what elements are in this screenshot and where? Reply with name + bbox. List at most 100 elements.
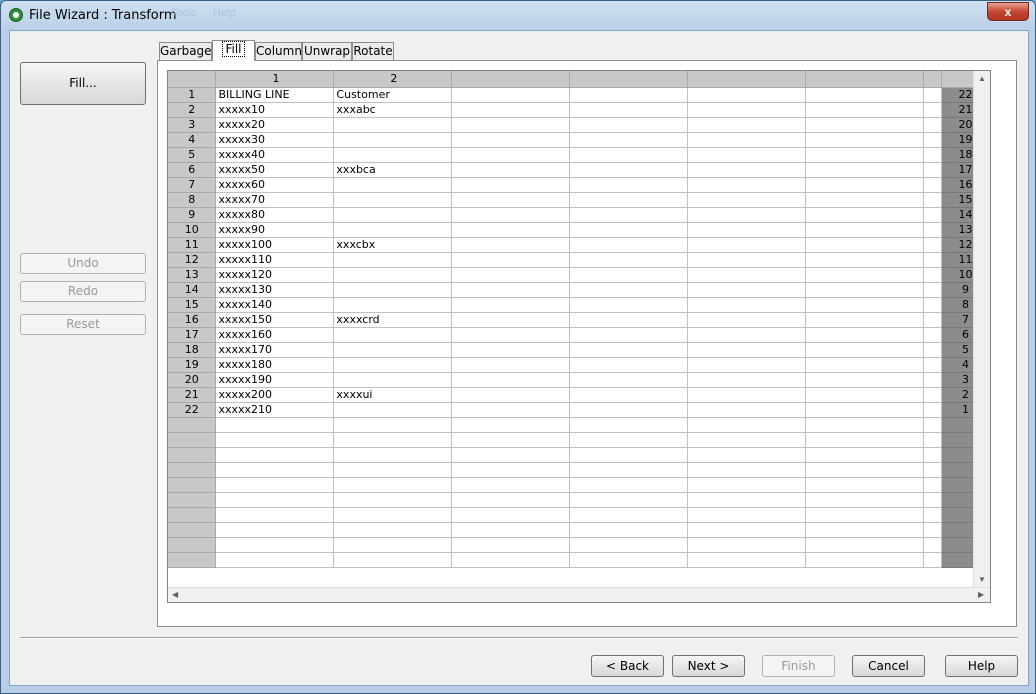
vertical-scrollbar[interactable]: ▲ ▼ xyxy=(973,71,990,602)
row-number[interactable]: 19 xyxy=(168,357,217,373)
cell-col2[interactable] xyxy=(333,357,453,373)
cell-empty[interactable] xyxy=(451,507,571,523)
close-button[interactable]: x xyxy=(987,2,1029,21)
cell-empty[interactable] xyxy=(687,117,807,133)
cell-empty[interactable] xyxy=(569,147,689,163)
cell-empty[interactable] xyxy=(451,402,571,418)
reset-button[interactable]: Reset xyxy=(20,314,146,335)
cell-empty[interactable] xyxy=(805,387,924,403)
cell-empty[interactable] xyxy=(333,447,453,463)
table-row[interactable]: 8 xxxxx70 15 xyxy=(168,192,990,208)
column-header-1[interactable]: 1 xyxy=(215,71,335,88)
cell-empty[interactable] xyxy=(805,402,924,418)
back-button[interactable]: < Back xyxy=(591,655,664,677)
cell-empty[interactable] xyxy=(805,117,924,133)
cell-empty[interactable] xyxy=(451,132,571,148)
table-row[interactable]: 11 xxxxx100 xxxcbx 12 xyxy=(168,237,990,253)
cell-empty[interactable] xyxy=(569,462,689,478)
title-bar[interactable]: File Wizard : Transform Tools Help x xyxy=(1,1,1035,29)
scroll-left-icon[interactable]: ◀ xyxy=(172,590,178,599)
scroll-up-icon[interactable]: ▲ xyxy=(978,74,986,83)
cell-empty[interactable] xyxy=(569,177,689,193)
row-number[interactable]: 8 xyxy=(168,192,217,208)
cell-empty[interactable] xyxy=(569,87,689,103)
cell-empty[interactable] xyxy=(569,297,689,313)
cell-col2[interactable] xyxy=(333,372,453,388)
cell-col2[interactable]: xxxxcrd xyxy=(333,312,453,328)
table-row[interactable]: 14 xxxxx130 9 xyxy=(168,282,990,298)
cell-empty[interactable] xyxy=(333,417,453,433)
cell-empty[interactable] xyxy=(451,357,571,373)
cell-empty[interactable] xyxy=(687,297,807,313)
cell-empty[interactable] xyxy=(805,297,924,313)
cell-empty[interactable] xyxy=(687,237,807,253)
cell-empty[interactable] xyxy=(451,87,571,103)
table-row[interactable]: 4 xxxxx30 19 xyxy=(168,132,990,148)
cell-empty[interactable] xyxy=(805,282,924,298)
cell-empty[interactable] xyxy=(451,462,571,478)
cell-empty[interactable] xyxy=(569,117,689,133)
cell-empty[interactable] xyxy=(569,492,689,508)
cell-col1[interactable]: xxxxx30 xyxy=(215,132,335,148)
cell-empty[interactable] xyxy=(333,507,453,523)
cell-empty[interactable] xyxy=(569,387,689,403)
cell-empty[interactable] xyxy=(805,207,924,223)
table-row[interactable]: 9 xxxxx80 14 xyxy=(168,207,990,223)
table-row[interactable] xyxy=(168,492,990,508)
cell-empty[interactable] xyxy=(687,477,807,493)
cell-empty[interactable] xyxy=(569,327,689,343)
cell-empty[interactable] xyxy=(451,192,571,208)
row-number[interactable]: 10 xyxy=(168,222,217,238)
tab-rotate[interactable]: Rotate xyxy=(352,42,394,60)
data-grid[interactable]: 1 2 1 BILLING LINE Customer 22 2 xxxxx10 xxxab… xyxy=(167,70,991,603)
cell-empty[interactable] xyxy=(687,507,807,523)
cell-col1[interactable]: xxxxx150 xyxy=(215,312,335,328)
cell-empty[interactable] xyxy=(687,162,807,178)
cell-col2[interactable]: xxxbca xyxy=(333,162,453,178)
row-number[interactable]: 20 xyxy=(168,372,217,388)
help-button[interactable]: Help xyxy=(945,655,1018,677)
cell-empty[interactable] xyxy=(805,432,924,448)
cell-empty[interactable] xyxy=(451,372,571,388)
cell-empty[interactable] xyxy=(569,357,689,373)
cell-col2[interactable]: xxxabc xyxy=(333,102,453,118)
cell-col2[interactable] xyxy=(333,207,453,223)
cell-empty[interactable] xyxy=(687,552,807,568)
cell-col2[interactable] xyxy=(333,327,453,343)
table-row[interactable] xyxy=(168,507,990,523)
cell-empty[interactable] xyxy=(451,492,571,508)
cell-empty[interactable] xyxy=(451,342,571,358)
cell-col1[interactable]: xxxxx140 xyxy=(215,297,335,313)
row-number[interactable]: 1 xyxy=(168,87,217,103)
cell-empty[interactable] xyxy=(451,117,571,133)
table-row[interactable]: 6 xxxxx50 xxxbca 17 xyxy=(168,162,990,178)
cell-empty[interactable] xyxy=(215,537,335,553)
cell-col2[interactable] xyxy=(333,297,453,313)
cell-col2[interactable] xyxy=(333,132,453,148)
cell-empty[interactable] xyxy=(569,372,689,388)
cell-col2[interactable] xyxy=(333,252,453,268)
cell-empty[interactable] xyxy=(569,342,689,358)
row-number[interactable]: 22 xyxy=(168,402,217,418)
cell-empty[interactable] xyxy=(569,192,689,208)
cell-empty[interactable] xyxy=(687,87,807,103)
cell-empty[interactable] xyxy=(805,372,924,388)
cell-col2[interactable] xyxy=(333,282,453,298)
cell-col1[interactable]: xxxxx10 xyxy=(215,102,335,118)
cell-empty[interactable] xyxy=(451,102,571,118)
next-button[interactable]: Next > xyxy=(672,655,745,677)
cell-empty[interactable] xyxy=(333,552,453,568)
cell-col2[interactable] xyxy=(333,177,453,193)
cell-empty[interactable] xyxy=(215,417,335,433)
table-row[interactable]: 16 xxxxx150 xxxxcrd 7 xyxy=(168,312,990,328)
cell-empty[interactable] xyxy=(451,432,571,448)
cell-empty[interactable] xyxy=(451,312,571,328)
row-number[interactable]: 12 xyxy=(168,252,217,268)
cell-empty[interactable] xyxy=(215,447,335,463)
cell-empty[interactable] xyxy=(569,132,689,148)
cell-empty[interactable] xyxy=(687,192,807,208)
table-row[interactable] xyxy=(168,432,990,448)
cell-empty[interactable] xyxy=(451,417,571,433)
row-number[interactable]: 17 xyxy=(168,327,217,343)
cell-empty[interactable] xyxy=(805,357,924,373)
